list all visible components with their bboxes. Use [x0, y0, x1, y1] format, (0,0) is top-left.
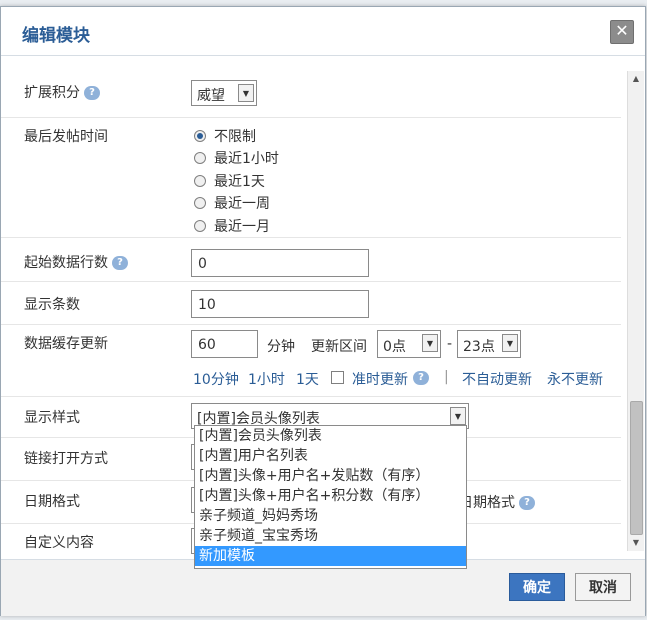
dropdown-arrow-icon: ▼ [450, 407, 466, 425]
date-format-custom-text: 日期格式 [459, 495, 515, 511]
checkbox-icon [331, 370, 344, 384]
row-ext-credit: 扩展积分? 威望 ▼ [1, 62, 621, 118]
dropdown-arrow-icon: ▼ [502, 334, 518, 352]
quick-10-min[interactable]: 10分钟 [193, 369, 239, 389]
cache-minutes-input[interactable]: 60 [191, 330, 258, 358]
radio-icon [194, 175, 206, 187]
ext-credit-select[interactable]: 威望 ▼ [191, 80, 257, 106]
dropdown-option[interactable]: 亲子频道_宝宝秀场 [195, 526, 466, 546]
dropdown-arrow-icon: ▼ [422, 334, 438, 352]
interval-dash: - [447, 336, 453, 352]
help-icon[interactable]: ? [413, 371, 429, 385]
radio-1-week[interactable]: 最近一周 [194, 193, 270, 213]
edit-module-dialog: 编辑模块 ✕ 扩展积分? 威望 ▼ 最后发帖时间 不限制 最近1小时 最近1天 … [0, 6, 646, 616]
custom-content-label: 自定义内容 [24, 535, 94, 551]
dropdown-option-highlighted[interactable]: 新加模板 [195, 546, 466, 566]
dropdown-option[interactable]: 亲子频道_妈妈秀场 [195, 506, 466, 526]
interval-from-select[interactable]: 0点 ▼ [377, 330, 441, 358]
scroll-down-icon[interactable]: ▼ [628, 535, 644, 551]
interval-label: 更新区间 [311, 339, 367, 355]
no-auto-update-link[interactable]: 不自动更新 [462, 369, 532, 389]
dropdown-option[interactable]: [内置]会员头像列表 [195, 426, 466, 446]
dialog-title: 编辑模块 [22, 26, 90, 46]
never-update-link[interactable]: 永不更新 [547, 369, 603, 389]
dropdown-option[interactable]: [内置]头像+用户名+发贴数（有序） [195, 466, 466, 486]
row-start-row: 起始数据行数? 0 [1, 238, 621, 282]
radio-no-limit[interactable]: 不限制 [194, 126, 256, 146]
dropdown-option[interactable]: [内置]头像+用户名+积分数（有序） [195, 486, 466, 506]
radio-icon [194, 152, 206, 164]
separator: | [444, 369, 449, 385]
cache-label: 数据缓存更新 [24, 336, 108, 352]
dropdown-arrow-icon: ▼ [238, 84, 254, 102]
display-style-label: 显示样式 [24, 410, 80, 426]
display-style-dropdown: [内置]会员头像列表 [内置]用户名列表 [内置]头像+用户名+发贴数（有序） … [194, 425, 467, 569]
ext-credit-label: 扩展积分 [24, 85, 80, 101]
show-count-input[interactable]: 10 [191, 290, 369, 318]
start-row-label: 起始数据行数 [24, 255, 108, 271]
row-cache: 数据缓存更新 60 分钟 更新区间 0点 ▼ - 23点 ▼ 10分钟 1小时 … [1, 325, 621, 397]
ontime-checkbox[interactable] [331, 369, 344, 385]
radio-checked-icon [194, 130, 206, 142]
radio-icon [194, 220, 206, 232]
quick-1-hour[interactable]: 1小时 [248, 369, 285, 389]
show-count-label: 显示条数 [24, 297, 80, 313]
cancel-button[interactable]: 取消 [575, 573, 631, 601]
radio-1-day[interactable]: 最近1天 [194, 171, 265, 191]
row-show-count: 显示条数 10 [1, 282, 621, 325]
radio-1-month[interactable]: 最近一月 [194, 216, 270, 236]
link-open-label: 链接打开方式 [24, 451, 108, 467]
dropdown-option[interactable]: [内置]用户名列表 [195, 446, 466, 466]
scroll-up-icon[interactable]: ▲ [628, 71, 644, 87]
date-format-label: 日期格式 [24, 494, 80, 510]
close-icon[interactable]: ✕ [610, 20, 634, 44]
quick-1-day[interactable]: 1天 [296, 369, 319, 389]
help-icon[interactable]: ? [112, 256, 128, 270]
radio-icon [194, 197, 206, 209]
start-row-input[interactable]: 0 [191, 249, 369, 277]
ok-button[interactable]: 确定 [509, 573, 565, 601]
scrollbar-thumb[interactable] [630, 401, 643, 535]
help-icon[interactable]: ? [84, 86, 100, 100]
minutes-unit: 分钟 [267, 339, 295, 355]
ontime-label[interactable]: 准时更新 [352, 369, 408, 389]
scrollbar[interactable]: ▲ ▼ [627, 71, 644, 551]
ext-credit-value: 威望 [197, 88, 225, 104]
interval-to-select[interactable]: 23点 ▼ [457, 330, 521, 358]
help-icon[interactable]: ? [519, 496, 535, 510]
dialog-header: 编辑模块 ✕ [1, 7, 645, 56]
last-post-time-label: 最后发帖时间 [24, 129, 108, 145]
radio-1-hour[interactable]: 最近1小时 [194, 148, 279, 168]
row-last-post-time: 最后发帖时间 不限制 最近1小时 最近1天 最近一周 最近一月 [1, 118, 621, 238]
